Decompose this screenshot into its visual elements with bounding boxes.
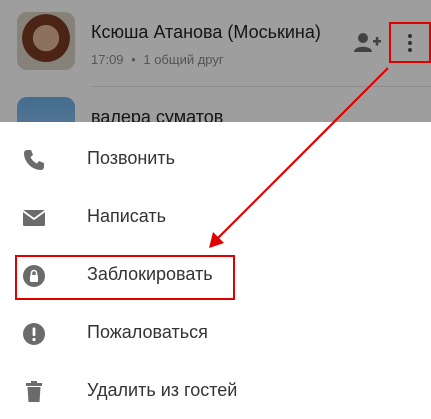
exclamation-icon [22, 322, 46, 346]
dim-overlay[interactable] [0, 0, 431, 122]
menu-item-report[interactable]: Пожаловаться [0, 304, 431, 362]
menu-item-call[interactable]: Позвонить [0, 130, 431, 188]
menu-item-label: Удалить из гостей [87, 380, 238, 400]
menu-item-write[interactable]: Написать [0, 188, 431, 246]
guests-list: Ксюша Атанова (Моськина) 17:09 • 1 общий… [0, 0, 431, 155]
highlight-block [15, 255, 235, 300]
envelope-icon [22, 206, 46, 230]
menu-item-label: Пожаловаться [87, 322, 208, 342]
menu-item-label: Написать [87, 206, 167, 226]
menu-item-label: Позвонить [87, 148, 175, 168]
menu-item-remove-guest[interactable]: Удалить из гостей [0, 362, 431, 419]
phone-icon [22, 148, 46, 172]
trash-icon [22, 380, 46, 404]
highlight-more-options [389, 22, 431, 63]
